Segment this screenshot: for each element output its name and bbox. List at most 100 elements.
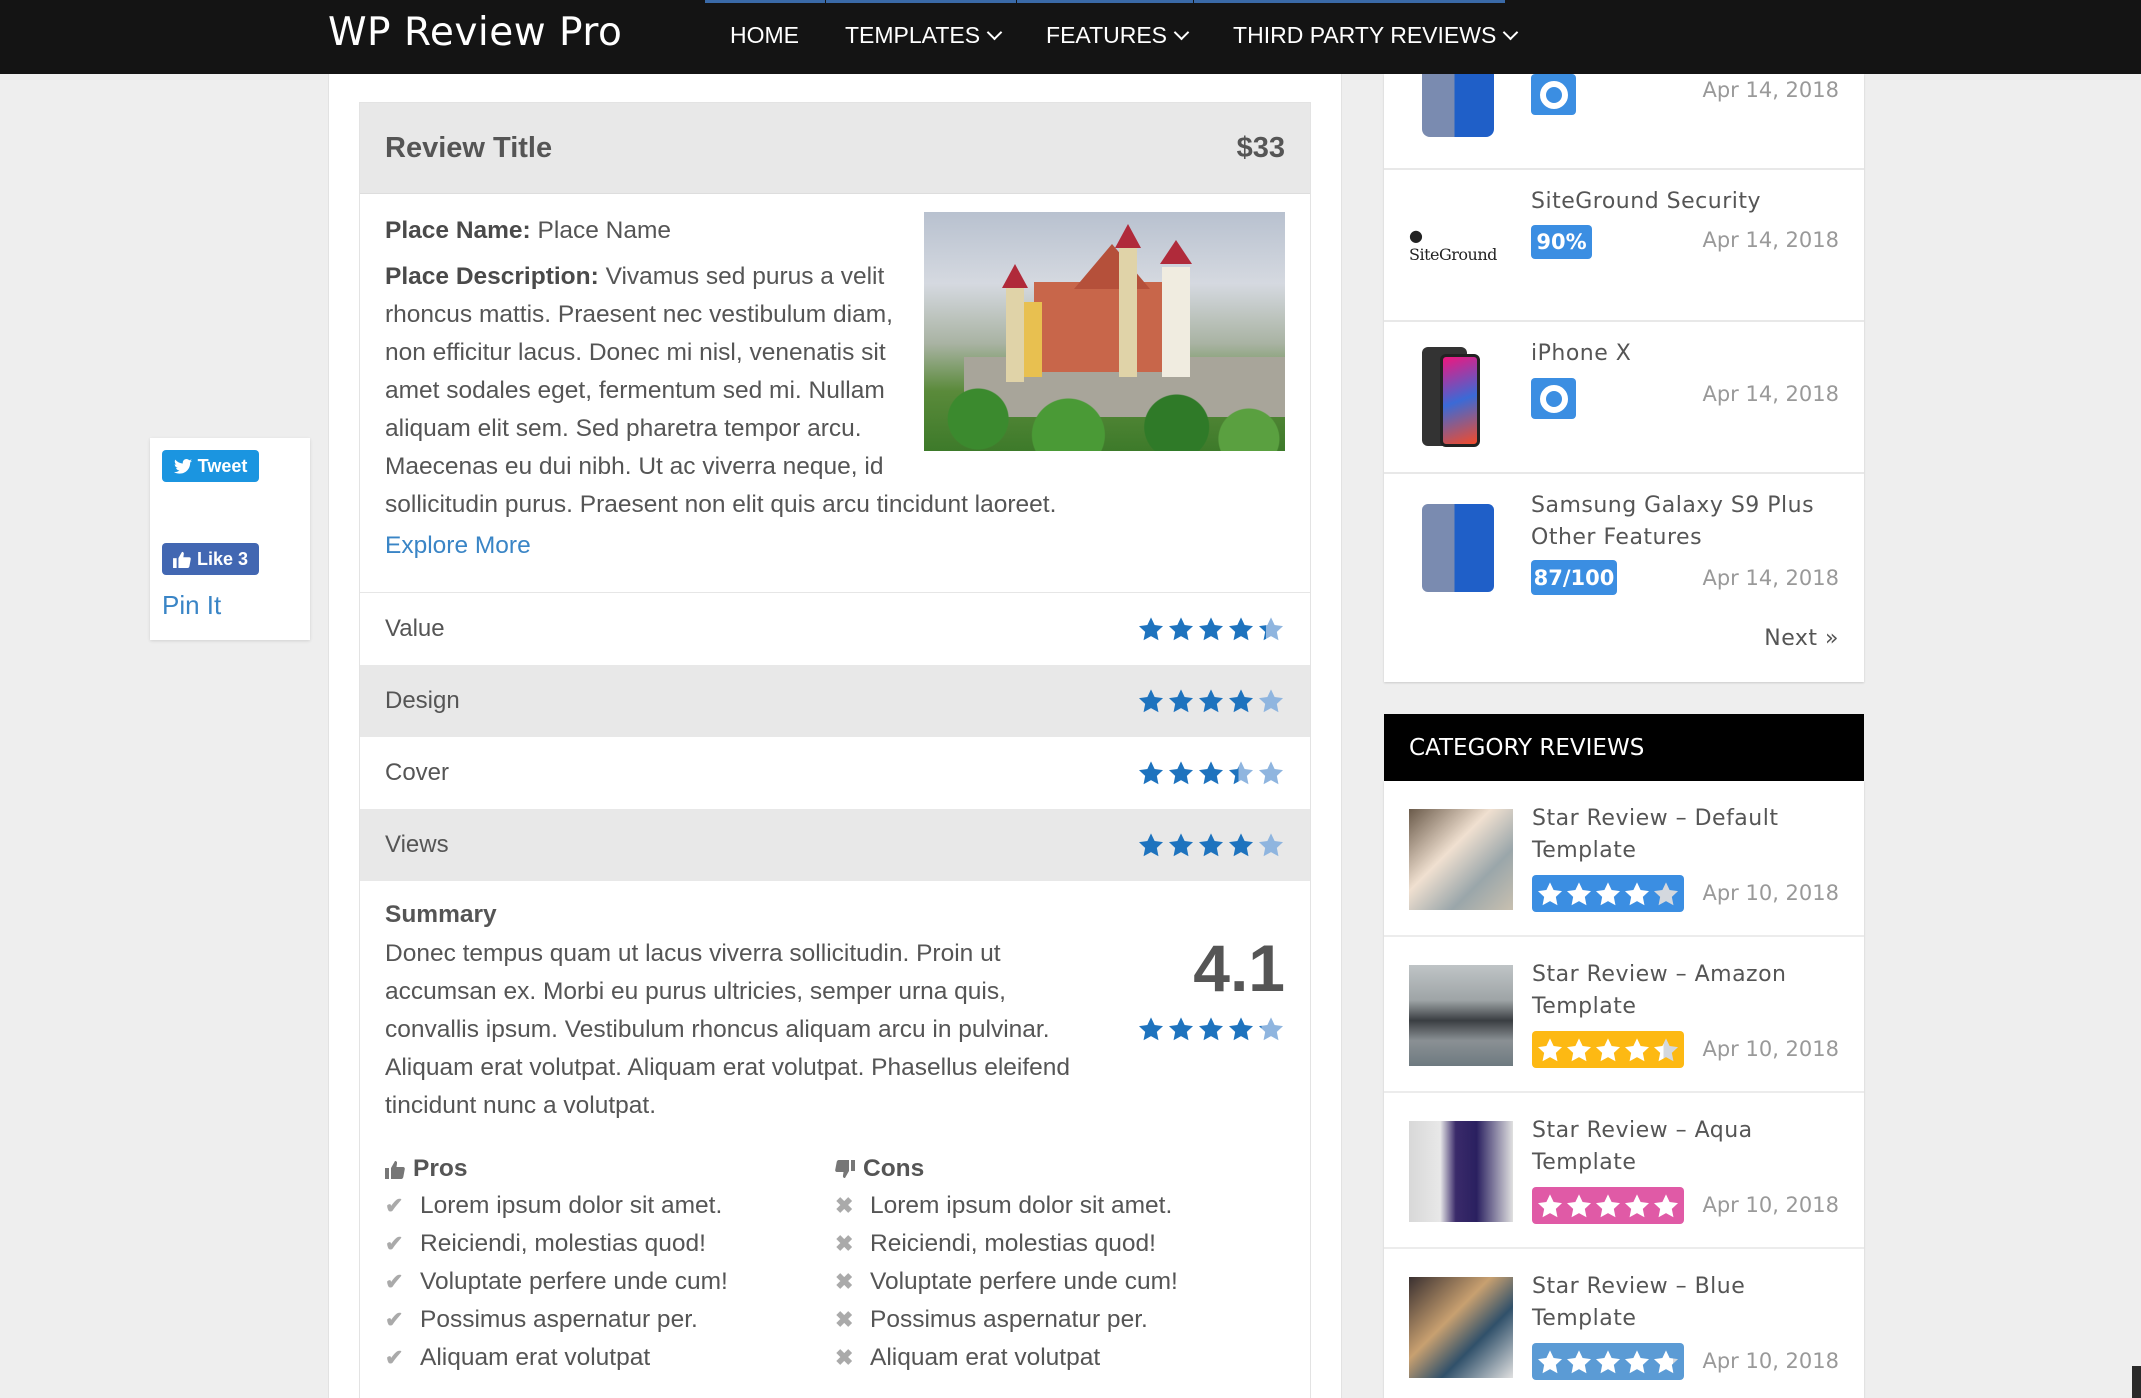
man-sitting-thumb[interactable] [1409,1277,1513,1378]
circle-score-badge [1531,74,1576,115]
iphone-screen [1440,354,1480,447]
woman-laptop-thumb[interactable] [1409,809,1513,910]
pin-it-link[interactable]: Pin It [162,590,221,621]
star-icon [1257,1015,1285,1043]
star-icon [1257,831,1285,859]
star-icon [1536,880,1564,908]
pros-cons: Pros ✔ Lorem ipsum dolor sit amet. ✔ Reicie… [360,1125,1310,1377]
category-review-title[interactable]: Star Review – Blue Template [1532,1271,1832,1335]
next-page-link[interactable]: Next » [1764,626,1839,651]
star-icon [1137,831,1165,859]
star-icon [1565,880,1593,908]
category-review-title[interactable]: Star Review – Aqua Template [1532,1115,1832,1179]
con-text: Aliquam erat volutpat [870,1344,1101,1371]
social-share-box: Tweet Like 3 Pin It [150,438,310,640]
category-review-item[interactable]: Star Review – Blue Template Apr 10, 2018 [1384,1249,1864,1398]
recent-review-item[interactable]: Apr 14, 2018 [1384,66,1864,170]
star-icon [1565,1192,1593,1220]
main-nav: HOME TEMPLATES FEATURES THIRD PARTY REVIEWS [730,22,1562,49]
nav-item-label: HOME [730,22,799,48]
place-name-value: Place Name [537,217,671,244]
rating-row-views: Views [360,809,1310,881]
rating-stars [1137,615,1285,643]
con-text: Reiciendi, molestias quod! [870,1230,1156,1257]
star-icon [1623,1348,1651,1376]
rating-stars [1137,687,1285,715]
pros-column: Pros ✔ Lorem ipsum dolor sit amet. ✔ Reicie… [385,1155,835,1377]
recent-review-item[interactable]: ● SiteGround SiteGround Security 90% Apr… [1384,170,1864,322]
category-review-title[interactable]: Star Review – Amazon Template [1532,959,1832,1023]
nav-item-third-party-reviews[interactable]: THIRD PARTY REVIEWS [1233,22,1519,49]
samsung-phone-thumb [1422,504,1494,592]
chevron-down-icon [986,24,1003,41]
thumbs-up-icon [173,551,191,568]
scroll-to-top-button[interactable] [2132,1366,2141,1398]
castle-tower [1024,302,1042,377]
star-icon [1227,615,1255,643]
pro-text: Aliquam erat volutpat [420,1344,651,1371]
review-title[interactable]: SiteGround Security [1531,186,1761,218]
score-badge: 87/100 [1531,560,1617,595]
nav-item-features[interactable]: FEATURES [1046,22,1190,49]
rating-criteria: Value Design Cover Views [360,593,1310,881]
review-description: Place Name: Place Name Place Description… [360,194,1310,593]
star-icon [1536,1036,1564,1064]
recent-review-item[interactable]: iPhone X Apr 14, 2018 [1384,322,1864,474]
tweet-button[interactable]: Tweet [162,450,259,482]
x-icon: ✖ [835,1307,854,1332]
nav-item-label: THIRD PARTY REVIEWS [1233,22,1497,48]
summary-text: Donec tempus quam ut lacus viverra solli… [385,940,1071,1119]
star-icon [1594,1348,1622,1376]
star-icon [1565,1348,1593,1376]
pro-text: Reiciendi, molestias quod! [420,1230,706,1257]
con-item: ✖ Lorem ipsum dolor sit amet. [835,1187,1285,1225]
fashion-legs-thumb[interactable] [1409,1121,1513,1222]
star-icon [1227,831,1255,859]
place-description-label: Place Description: [385,263,599,290]
top-navbar: WP Review Pro HOME TEMPLATES FEATURES THIRD… [0,0,2141,74]
main-content: Review Title $33 Place Name: Place Name [328,74,1342,1398]
like-label: Like 3 [196,548,249,569]
chevron-down-icon [1503,24,1519,41]
check-icon: ✔ [385,1193,404,1218]
star-icon [1227,1015,1255,1043]
star-icon [1227,687,1255,715]
nav-item-templates[interactable]: TEMPLATES [845,22,1003,49]
category-review-item[interactable]: Star Review – Aqua Template Apr 10, 2018 [1384,1093,1864,1249]
star-icon [1257,615,1285,643]
nav-topline [705,0,825,3]
star-icon [1167,759,1195,787]
star-icon [1257,759,1285,787]
star-rating-badge [1532,1187,1684,1224]
explore-more-link[interactable]: Explore More [385,532,531,560]
castle-tower-roof [1160,240,1192,264]
con-item: ✖ Possimus aspernatur per. [835,1301,1285,1339]
category-review-title[interactable]: Star Review – Default Template [1532,803,1832,867]
star-rating-badge [1532,1343,1684,1380]
star-rating-badge [1532,1031,1684,1068]
star-icon [1565,1036,1593,1064]
nav-topline [826,0,1016,3]
siteground-logo: ● SiteGround [1409,226,1497,264]
site-logo[interactable]: WP Review Pro [328,10,622,55]
summary-title: Summary [385,901,497,928]
pro-text: Possimus aspernatur per. [420,1306,698,1333]
pro-item: ✔ Aliquam erat volutpat [385,1339,835,1377]
star-icon [1197,1015,1225,1043]
review-date: Apr 14, 2018 [1702,566,1839,590]
rating-row-design: Design [360,665,1310,737]
facebook-like-button[interactable]: Like 3 [162,543,259,575]
category-review-item[interactable]: Star Review – Amazon Template Apr 10, 20… [1384,937,1864,1093]
star-icon [1167,687,1195,715]
review-date: Apr 10, 2018 [1702,881,1839,905]
cons-column: Cons ✖ Lorem ipsum dolor sit amet. ✖ Reicie… [835,1155,1285,1377]
category-review-item[interactable]: Star Review – Default Template Apr 10, 2… [1384,781,1864,937]
rating-stars [1137,759,1285,787]
nav-item-home[interactable]: HOME [730,22,799,49]
mountains-thumb[interactable] [1409,965,1513,1066]
total-score-number: 4.1 [1193,931,1285,1005]
review-date: Apr 10, 2018 [1702,1193,1839,1217]
review-title[interactable]: iPhone X [1531,338,1631,370]
review-title[interactable]: Samsung Galaxy S9 Plus Other Features [1531,490,1851,554]
star-icon [1167,831,1195,859]
